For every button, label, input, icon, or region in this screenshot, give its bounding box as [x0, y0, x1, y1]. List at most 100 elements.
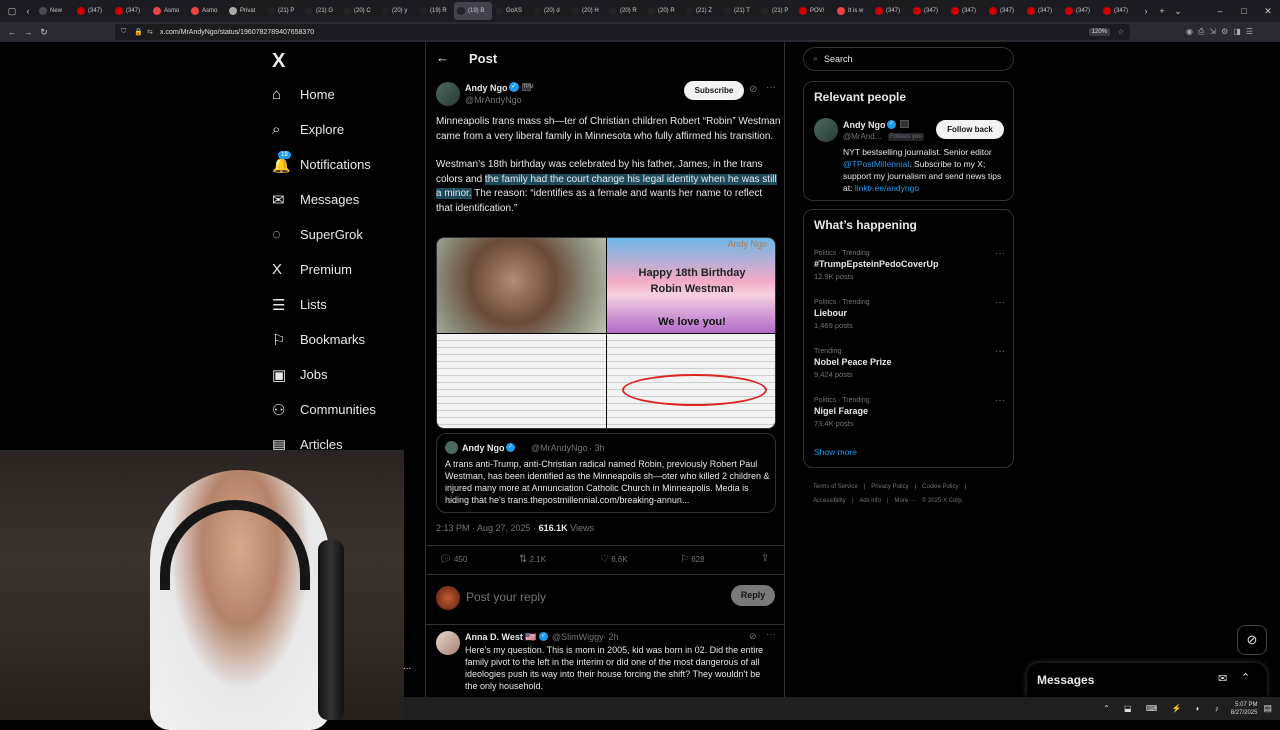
forward-icon[interactable]: → [20, 27, 36, 37]
trend-item[interactable]: Trending Nobel Peace Prize 9,424 posts ··· [804, 344, 1015, 393]
browser-tab[interactable]: (347) [1100, 2, 1138, 20]
footer-link[interactable]: Cookie Policy [922, 480, 958, 494]
bio-link-linktree[interactable]: linktr.ee/andyngo [855, 183, 919, 193]
back-arrow-icon[interactable]: ← [436, 50, 449, 65]
reply-action[interactable]: 💬︎ 450 [439, 554, 467, 565]
browser-tab[interactable]: (21) T [720, 2, 758, 20]
browser-tab[interactable]: POV/ [796, 2, 834, 20]
bookmark-action[interactable]: ⚐ 628 [680, 554, 705, 565]
x-logo[interactable]: X [272, 50, 285, 73]
media-court-document-1[interactable] [437, 334, 606, 428]
relevant-avatar[interactable] [814, 118, 838, 142]
browser-tab[interactable]: (347) [872, 2, 910, 20]
tray-icons[interactable]: ⌃ ⬓ ⌨ ⚡ ◐ ♪ [1103, 704, 1225, 713]
footer-link[interactable]: © 2025 X Corp. [922, 494, 963, 508]
messages-dock[interactable]: Messages ✉ ⌃ [1027, 663, 1267, 697]
new-tab-icon[interactable]: + [1154, 6, 1170, 16]
post-media-grid[interactable]: Andy Ngo Happy 18th Birthday Robin Westm… [436, 237, 776, 429]
author-avatar[interactable] [436, 82, 460, 106]
trend-more-icon[interactable]: ··· [995, 395, 1005, 406]
reply-input[interactable]: Post your reply [466, 590, 716, 604]
tab-scroll-left-icon[interactable]: ‹ [20, 6, 36, 16]
reply-author[interactable]: Anna D. West 🇺🇸 [465, 632, 537, 643]
reply-avatar[interactable] [436, 631, 460, 655]
browser-tab[interactable]: It is w [834, 2, 872, 20]
reply-post[interactable]: Anna D. West 🇺🇸 ✓ @SlimWiggy · 2h ⊘ ··· … [426, 626, 784, 696]
footer-link[interactable]: Ads info [859, 494, 881, 508]
minimize-icon[interactable]: – [1208, 6, 1232, 16]
nav-item-notifications[interactable]: 🔔 Notifications 19 [260, 147, 425, 182]
trend-more-icon[interactable]: ··· [995, 346, 1005, 357]
trend-more-icon[interactable]: ··· [995, 297, 1005, 308]
browser-tab[interactable]: (20) y [378, 2, 416, 20]
reload-icon[interactable]: ↻ [36, 27, 52, 38]
expand-icon[interactable]: ⌃ [1241, 671, 1250, 684]
browser-tab[interactable]: (347) [910, 2, 948, 20]
browser-tab[interactable]: (20) R [644, 2, 682, 20]
tab-menu-icon[interactable]: ⌄ [1170, 6, 1186, 17]
nav-item-bookmarks[interactable]: ⚐ Bookmarks [260, 322, 425, 357]
bio-link-tpm[interactable]: @TPostMillennial [843, 159, 909, 169]
trend-item[interactable]: Politics · Trending Nigel Farage 73.4K pos… [804, 393, 1015, 442]
media-video-thumbnail[interactable] [437, 238, 606, 333]
tab-scroll-right-icon[interactable]: › [1138, 6, 1154, 16]
nav-item-explore[interactable]: ⌕ Explore [260, 112, 425, 147]
nav-item-communities[interactable]: ⚇ Communities [260, 392, 425, 427]
browser-tab[interactable]: (347) [112, 2, 150, 20]
browser-tab[interactable]: (20) C [340, 2, 378, 20]
new-message-icon[interactable]: ✉ [1218, 672, 1227, 685]
trend-item[interactable]: Politics · Trending #TrumpEpsteinPedoCove… [804, 246, 1015, 295]
author-handle[interactable]: @MrAndyNgo [465, 95, 522, 105]
close-window-icon[interactable]: ✕ [1256, 6, 1280, 17]
nav-item-home[interactable]: ⌂ Home [260, 77, 425, 112]
nav-item-supergrok[interactable]: ◌ SuperGrok [260, 217, 425, 252]
more-options-icon[interactable]: ··· [766, 82, 776, 93]
search-box[interactable]: ⌕ Search [803, 47, 1014, 71]
browser-tab[interactable]: (21) Z [682, 2, 720, 20]
relevant-handle[interactable]: @MrAnd... [843, 132, 881, 141]
extension-icons[interactable]: ◉⎙⇲⚙◨☰ [1186, 27, 1258, 37]
bookmark-star-icon[interactable]: ☆ [1118, 28, 1124, 36]
browser-tab[interactable]: (347) [74, 2, 112, 20]
subscribe-button[interactable]: Subscribe [684, 81, 744, 100]
back-icon[interactable]: ← [4, 27, 20, 37]
follow-back-button[interactable]: Follow back [936, 120, 1004, 139]
reply-grok-icon[interactable]: ⊘ [749, 631, 757, 642]
trend-more-icon[interactable]: ··· [995, 248, 1005, 259]
media-birthday-image[interactable]: Andy Ngo Happy 18th Birthday Robin Westm… [607, 238, 775, 333]
browser-tab[interactable]: (20) d [530, 2, 568, 20]
url-field[interactable]: ⛉ 🔒 ⇆ x.com/MrAndyNgo/status/19607827894… [115, 24, 1130, 40]
browser-tab[interactable]: (347) [948, 2, 986, 20]
browser-tab[interactable]: Privat [226, 2, 264, 20]
browser-tab[interactable]: Asmo [188, 2, 226, 20]
share-icon[interactable]: ⇪ [761, 553, 769, 564]
browser-tab[interactable]: (20) H [568, 2, 606, 20]
nav-item-messages[interactable]: ✉ Messages [260, 182, 425, 217]
tab-list-icon[interactable]: ▢ [4, 6, 20, 17]
media-court-document-2[interactable] [607, 334, 775, 428]
show-more-link[interactable]: Show more [814, 447, 857, 457]
browser-tab[interactable]: (347) [1024, 2, 1062, 20]
trend-item[interactable]: Politics · Trending Liebour 1,469 posts ··· [804, 295, 1015, 344]
footer-link[interactable]: Terms of Service [813, 480, 858, 494]
clock[interactable]: 5:07 PM 8/27/2025 [1231, 701, 1258, 717]
nav-item-lists[interactable]: ☰ Lists [260, 287, 425, 322]
browser-tab[interactable]: (347) [986, 2, 1024, 20]
browser-tab[interactable]: (21) P [264, 2, 302, 20]
relevant-name[interactable]: Andy Ngo [843, 120, 886, 130]
footer-link[interactable]: Accessibility [813, 494, 846, 508]
zoom-badge[interactable]: 120% [1088, 28, 1110, 36]
browser-tab[interactable]: New [36, 2, 74, 20]
reply-button[interactable]: Reply [731, 585, 775, 606]
maximize-icon[interactable]: □ [1232, 6, 1256, 16]
grok-icon[interactable]: ⊘ [749, 84, 757, 95]
repost-action[interactable]: ⇅ 2.1K [519, 554, 546, 565]
nav-more-icon[interactable]: ... [403, 661, 411, 672]
timestamp-text[interactable]: 2:13 PM · Aug 27, 2025 · [436, 523, 539, 533]
browser-tab[interactable]: (19) R [416, 2, 454, 20]
author-name[interactable]: Andy Ngo [465, 83, 508, 93]
browser-tab[interactable]: (19) B [454, 2, 492, 20]
nav-item-jobs[interactable]: ▣ Jobs [260, 357, 425, 392]
browser-tab[interactable]: (21) G [302, 2, 340, 20]
notification-center-icon[interactable]: ▤ [1263, 703, 1272, 714]
